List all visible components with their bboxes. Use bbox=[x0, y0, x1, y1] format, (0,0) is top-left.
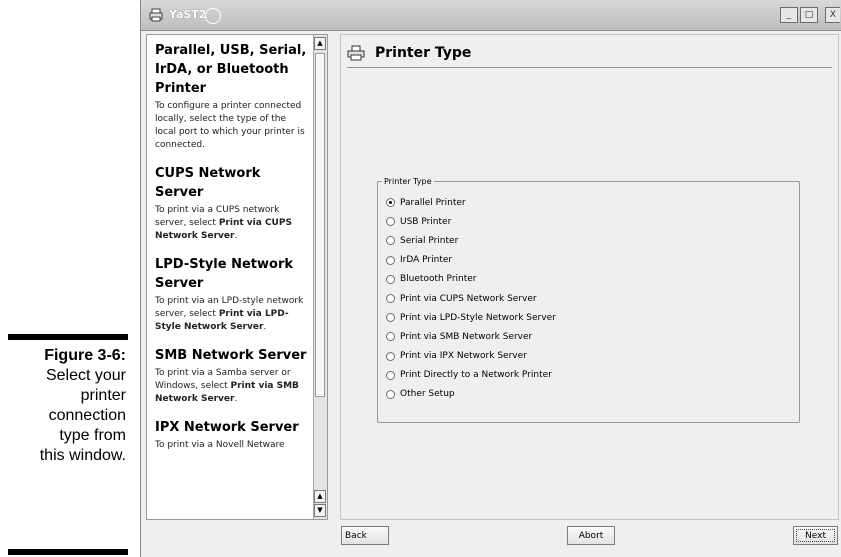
help-text: To print via a Novell Netware bbox=[155, 440, 285, 450]
help-heading: Parallel, USB, Serial, IrDA, or Bluetoot… bbox=[155, 43, 307, 96]
page-title: Printer Type bbox=[347, 41, 832, 68]
radio-option[interactable]: Print via SMB Network Server bbox=[386, 327, 556, 346]
printer-icon bbox=[149, 8, 163, 22]
radio-option[interactable]: Serial Printer bbox=[386, 231, 556, 250]
printer-type-options: Parallel Printer USB Printer Serial Printe… bbox=[386, 193, 556, 404]
help-scrollbar[interactable]: ▲ ▲ ▼ bbox=[313, 35, 327, 519]
maximize-button[interactable]: □ bbox=[800, 7, 818, 23]
help-text: To print via a CUPS network server, sele… bbox=[155, 205, 292, 241]
help-heading: LPD-Style Network Server bbox=[155, 257, 293, 291]
radio-option[interactable]: Other Setup bbox=[386, 385, 556, 404]
help-heading: IPX Network Server bbox=[155, 420, 299, 435]
caption-line: type from bbox=[59, 427, 126, 444]
help-heading: CUPS Network Server bbox=[155, 166, 261, 200]
radio-button[interactable] bbox=[386, 236, 395, 246]
radio-label[interactable]: Print via SMB Network Server bbox=[400, 332, 532, 342]
scroll-down-button[interactable]: ▼ bbox=[314, 504, 326, 517]
radio-button[interactable] bbox=[386, 370, 395, 380]
radio-option[interactable]: Bluetooth Printer bbox=[386, 270, 556, 289]
radio-button[interactable] bbox=[386, 351, 395, 361]
printer-type-group: Printer Type Parallel Printer USB Printer… bbox=[377, 176, 800, 423]
radio-label[interactable]: IrDA Printer bbox=[400, 255, 452, 265]
abort-button[interactable]: Abort bbox=[567, 526, 615, 545]
radio-label[interactable]: Print via IPX Network Server bbox=[400, 351, 527, 361]
radio-button[interactable] bbox=[386, 313, 395, 323]
scroll-up-button[interactable]: ▲ bbox=[314, 37, 326, 50]
radio-label[interactable]: Print Directly to a Network Printer bbox=[400, 370, 552, 380]
radio-button[interactable] bbox=[386, 274, 395, 284]
caption-line: printer bbox=[80, 387, 126, 404]
main-pane: Printer Type Printer Type Parallel Print… bbox=[340, 34, 839, 520]
radio-button[interactable] bbox=[386, 255, 395, 265]
next-button[interactable]: Next bbox=[793, 526, 838, 545]
title-bar[interactable]: YaST2 _ □ X bbox=[141, 0, 841, 31]
scrollbar-thumb[interactable] bbox=[315, 53, 325, 397]
help-heading: SMB Network Server bbox=[155, 348, 307, 363]
yast-window: YaST2 _ □ X Parallel, USB, Serial, IrDA,… bbox=[140, 0, 841, 557]
radio-button[interactable] bbox=[386, 294, 395, 304]
close-button[interactable]: X bbox=[825, 7, 840, 23]
radio-label[interactable]: Parallel Printer bbox=[400, 198, 466, 208]
radio-option[interactable]: Print via LPD-Style Network Server bbox=[386, 308, 556, 327]
figure-caption: Figure 3-6: Select your printer connecti… bbox=[0, 346, 126, 466]
page-title-text: Printer Type bbox=[375, 45, 472, 61]
help-text: To configure a printer connected locally… bbox=[155, 101, 305, 150]
radio-option[interactable]: Print via CUPS Network Server bbox=[386, 289, 556, 308]
radio-button[interactable] bbox=[386, 332, 395, 342]
radio-label[interactable]: USB Printer bbox=[400, 217, 451, 227]
radio-option[interactable]: Parallel Printer bbox=[386, 193, 556, 212]
radio-label[interactable]: Serial Printer bbox=[400, 236, 458, 246]
scroll-up-button[interactable]: ▲ bbox=[314, 490, 326, 503]
caption-line: this window. bbox=[39, 447, 126, 464]
window-title: YaST2 bbox=[169, 8, 207, 21]
help-content: Parallel, USB, Serial, IrDA, or Bluetoot… bbox=[155, 41, 307, 464]
radio-option[interactable]: Print via IPX Network Server bbox=[386, 347, 556, 366]
printer-icon bbox=[347, 45, 365, 61]
caption-line: connection bbox=[48, 407, 126, 424]
radio-label[interactable]: Other Setup bbox=[400, 389, 455, 399]
help-text: To print via a Samba server or Windows, … bbox=[155, 368, 299, 404]
caption-top-rule bbox=[8, 334, 128, 340]
figure-label: Figure 3-6: bbox=[44, 347, 126, 364]
minimize-button[interactable]: _ bbox=[780, 7, 798, 23]
caption-line: Select your bbox=[45, 367, 126, 384]
help-text: To print via an LPD-style network server… bbox=[155, 296, 304, 332]
radio-button[interactable] bbox=[386, 217, 395, 227]
radio-option[interactable]: IrDA Printer bbox=[386, 251, 556, 270]
radio-label[interactable]: Print via CUPS Network Server bbox=[400, 294, 537, 304]
back-button[interactable]: Back bbox=[341, 526, 389, 545]
swirl-icon bbox=[205, 8, 221, 24]
caption-bottom-rule bbox=[8, 549, 128, 555]
radio-button[interactable] bbox=[386, 198, 395, 208]
radio-label[interactable]: Print via LPD-Style Network Server bbox=[400, 313, 556, 323]
radio-button[interactable] bbox=[386, 389, 395, 399]
radio-label[interactable]: Bluetooth Printer bbox=[400, 274, 477, 284]
radio-option[interactable]: USB Printer bbox=[386, 212, 556, 231]
help-pane[interactable]: Parallel, USB, Serial, IrDA, or Bluetoot… bbox=[146, 34, 328, 520]
radio-option[interactable]: Print Directly to a Network Printer bbox=[386, 366, 556, 385]
group-label: Printer Type bbox=[382, 176, 434, 187]
